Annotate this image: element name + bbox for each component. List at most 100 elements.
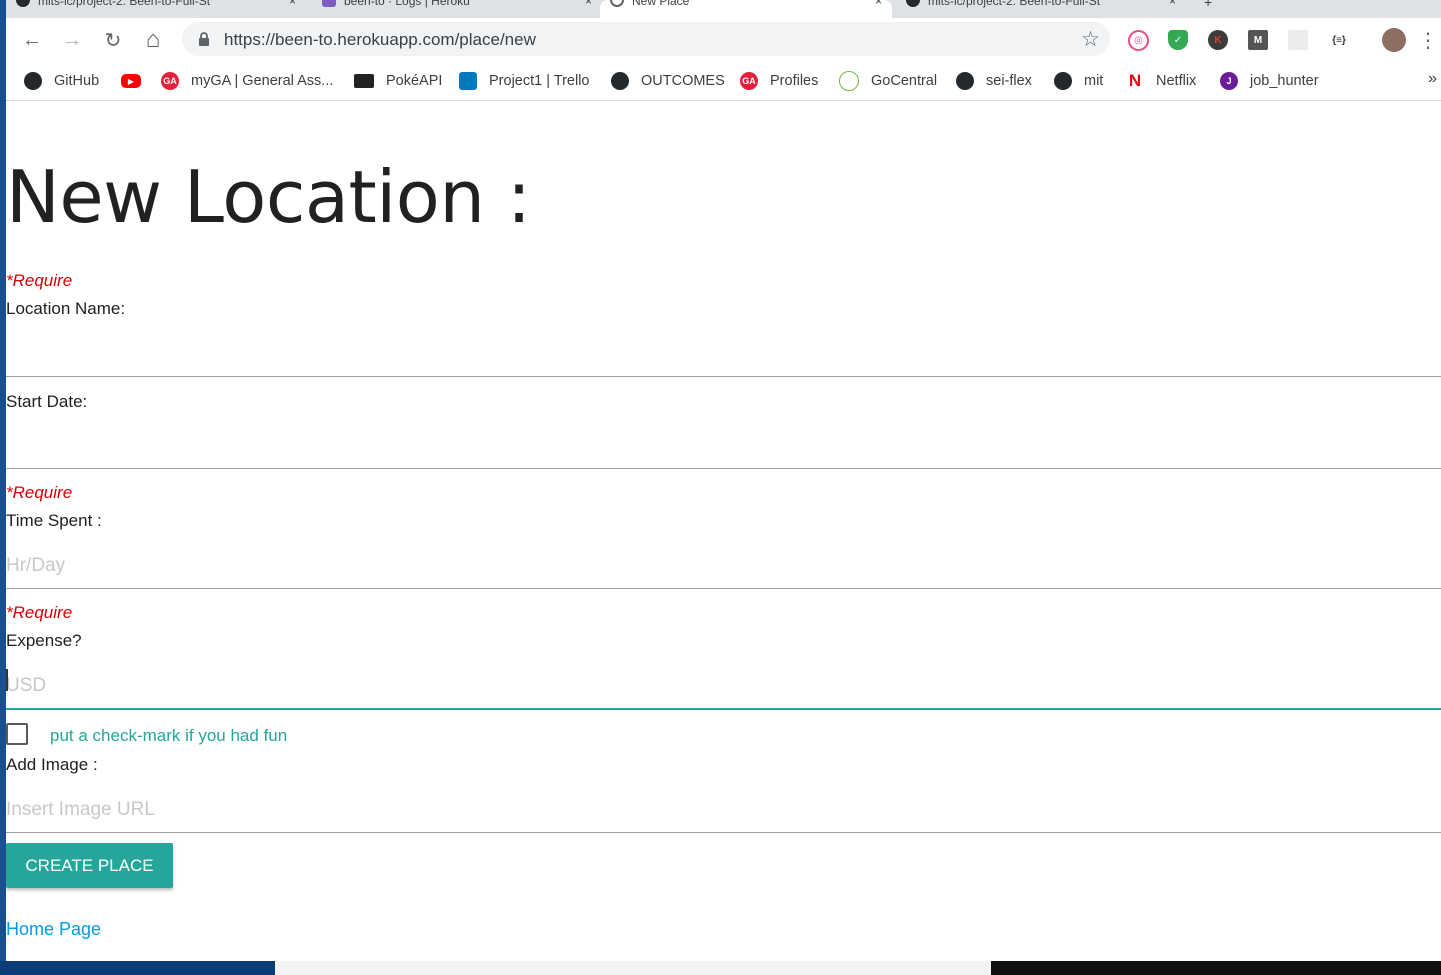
github-icon	[906, 0, 920, 7]
browser-window: mits-lc/project-2: Been-to-Full-St × bee…	[6, 0, 1441, 961]
close-icon[interactable]: ×	[1169, 0, 1176, 8]
page-title: New Location :	[6, 155, 531, 239]
bookmark-label: OUTCOMES	[641, 73, 725, 89]
time-spent-required-note: *Require	[6, 483, 73, 502]
expense-required-note: *Require	[6, 603, 73, 622]
dribbble-icon[interactable]: ◎	[1128, 30, 1149, 51]
location-name-label: Location Name:	[6, 299, 126, 318]
m-extension-icon[interactable]: M	[1248, 30, 1268, 50]
bookmark-sei-flex[interactable]: sei-flex	[956, 70, 1032, 92]
tab-title: been-to · Logs | Heroku	[344, 0, 470, 8]
gocentral-icon	[839, 71, 859, 91]
home-icon: ⌂	[145, 26, 161, 53]
ga-icon: GA	[161, 72, 179, 90]
had-fun-label[interactable]: put a check-mark if you had fun	[50, 726, 287, 746]
browser-toolbar: ← → ↻ ⌂ https://been-to.herokuapp.com/pl…	[6, 18, 1441, 62]
close-icon[interactable]: ×	[875, 0, 882, 8]
image-url-input[interactable]	[6, 788, 1441, 833]
json-extension-icon[interactable]: {≡}	[1326, 30, 1352, 50]
location-required-note: *Require	[6, 271, 73, 290]
bookmark-mit[interactable]: mit	[1054, 70, 1103, 92]
start-date-input[interactable]	[6, 434, 1441, 469]
url-text[interactable]: https://been-to.herokuapp.com/place/new	[224, 30, 536, 50]
taskbar-tray-strip	[991, 961, 1441, 975]
time-spent-input[interactable]	[6, 544, 1441, 589]
k-extension-icon[interactable]: K	[1208, 30, 1228, 50]
new-tab-button[interactable]: +	[1204, 0, 1212, 10]
had-fun-checkbox[interactable]	[6, 723, 28, 745]
forward-arrow-icon: →	[62, 28, 82, 51]
time-spent-label: Time Spent :	[6, 511, 102, 530]
bookmark-label: mit	[1084, 73, 1104, 89]
bookmark-label: sei-flex	[986, 73, 1032, 89]
github-icon	[1054, 72, 1072, 90]
bookmark-label: Project1 | Trello	[489, 73, 590, 89]
text-cursor	[6, 669, 8, 691]
ga-icon: GA	[740, 72, 758, 90]
bookmark-gocentral[interactable]: GoCentral	[839, 70, 937, 92]
reload-button[interactable]: ↻	[99, 26, 127, 54]
bookmark-label: job_hunter	[1250, 73, 1319, 89]
bookmark-myga[interactable]: GA myGA | General Ass...	[161, 70, 333, 92]
lock-icon	[199, 32, 209, 46]
tab-github-project[interactable]: mits-lc/project-2: Been-to-Full-St ×	[6, 0, 306, 18]
reload-icon: ↻	[104, 29, 122, 52]
expense-input[interactable]	[6, 664, 1441, 710]
tab-strip: mits-lc/project-2: Been-to-Full-St × bee…	[6, 0, 1441, 18]
home-button[interactable]: ⌂	[139, 26, 167, 54]
tab-github-project-2[interactable]: mits-lc/project-2: Been-to-Full-St ×	[896, 0, 1186, 18]
close-icon[interactable]: ×	[289, 0, 296, 8]
github-icon	[24, 72, 42, 90]
bookmark-star-icon[interactable]: ☆	[1081, 27, 1100, 52]
bookmark-youtube[interactable]: ▶	[121, 70, 153, 92]
profile-avatar-icon[interactable]	[1382, 28, 1406, 52]
bookmark-label: Netflix	[1156, 73, 1197, 89]
back-button[interactable]: ←	[18, 26, 46, 54]
create-place-button[interactable]: CREATE PLACE	[6, 843, 173, 888]
bookmark-label: myGA | General Ass...	[191, 73, 334, 89]
github-icon	[611, 72, 629, 90]
taskbar-window-strip	[275, 961, 991, 975]
grid-extension-icon[interactable]	[1288, 30, 1308, 50]
bookmark-label: Profiles	[770, 73, 819, 89]
expense-label: Expense?	[6, 631, 82, 650]
kebab-menu-icon: ⋮	[1418, 29, 1438, 52]
home-page-link[interactable]: Home Page	[6, 919, 101, 940]
location-name-input[interactable]	[6, 342, 1441, 377]
forward-button[interactable]: →	[58, 26, 86, 54]
address-bar[interactable]: https://been-to.herokuapp.com/place/new …	[182, 22, 1110, 56]
bookmark-github[interactable]: GitHub	[24, 70, 99, 92]
trello-icon	[459, 72, 477, 90]
bookmark-outcomes[interactable]: OUTCOMES	[611, 70, 725, 92]
bookmarks-overflow-button[interactable]: »	[1428, 70, 1437, 88]
page-content: New Location : *Require Location Name: S…	[6, 103, 1441, 961]
tab-new-place[interactable]: New Place ×	[600, 0, 892, 18]
youtube-icon: ▶	[121, 74, 141, 88]
bookmark-netflix[interactable]: N Netflix	[1126, 70, 1196, 92]
bookmark-job-hunter[interactable]: J job_hunter	[1220, 70, 1319, 92]
netflix-icon: N	[1128, 71, 1142, 90]
os-taskbar	[0, 961, 1441, 975]
pokeapi-icon	[354, 74, 374, 88]
add-image-label: Add Image :	[6, 755, 98, 774]
back-arrow-icon: ←	[22, 28, 42, 51]
close-icon[interactable]: ×	[585, 0, 592, 8]
github-icon	[956, 72, 974, 90]
bookmark-pokeapi[interactable]: PokéAPI	[354, 70, 442, 92]
bookmarks-bar: GitHub ▶ GA myGA | General Ass... PokéAP…	[6, 62, 1441, 101]
bookmark-label: GitHub	[54, 73, 100, 89]
bookmark-profiles[interactable]: GA Profiles	[740, 70, 818, 92]
bookmark-trello[interactable]: Project1 | Trello	[459, 70, 589, 92]
tab-title: mits-lc/project-2: Been-to-Full-St	[928, 0, 1101, 8]
adblock-shield-icon[interactable]: ✓	[1168, 30, 1188, 50]
heroku-icon	[322, 0, 336, 7]
bookmark-label: PokéAPI	[386, 73, 443, 89]
bookmark-label: GoCentral	[871, 73, 938, 89]
github-icon	[16, 0, 30, 7]
start-date-label: Start Date:	[6, 392, 88, 411]
globe-icon	[610, 0, 624, 7]
browser-menu-button[interactable]: ⋮	[1418, 26, 1438, 54]
tab-title: mits-lc/project-2: Been-to-Full-St	[38, 0, 211, 8]
tab-heroku-logs[interactable]: been-to · Logs | Heroku ×	[312, 0, 602, 18]
job-hunter-icon: J	[1220, 72, 1238, 90]
